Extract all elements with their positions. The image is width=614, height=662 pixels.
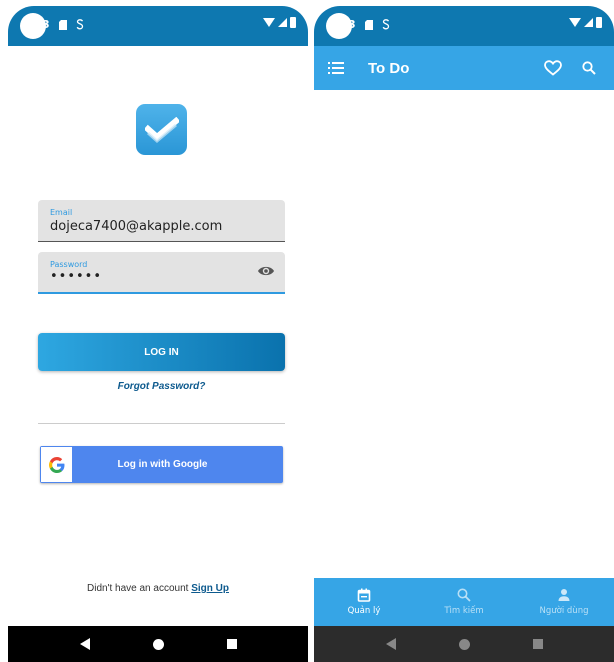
- todo-list-area: [314, 90, 614, 578]
- google-login-label: Log in with Google: [117, 459, 208, 470]
- google-icon: [41, 447, 72, 482]
- email-label: Email: [50, 208, 73, 217]
- signup-row: Didn't have an account Sign Up: [8, 583, 308, 594]
- calendar-icon: [357, 588, 371, 602]
- status-bar: 3: [8, 6, 308, 46]
- person-icon: [558, 589, 570, 601]
- divider: [38, 423, 285, 424]
- email-value[interactable]: dojeca7400@akapple.com: [50, 219, 273, 234]
- menu-list-icon[interactable]: [328, 61, 344, 75]
- login-screen: 3 Email dojeca7400@akapple.com Password …: [8, 6, 308, 662]
- todo-screen: 3 To Do Quản lý Tìm kiếm Người dùng: [314, 6, 614, 662]
- forgot-password-link[interactable]: Forgot Password?: [38, 381, 285, 392]
- battery-icon: [290, 17, 296, 28]
- password-label: Password: [50, 260, 88, 269]
- recents-icon[interactable]: [226, 639, 237, 649]
- signup-link[interactable]: Sign Up: [191, 583, 229, 594]
- sd-card-icon: [58, 19, 67, 30]
- back-icon[interactable]: [385, 638, 396, 650]
- google-login-button[interactable]: Log in with Google: [40, 446, 283, 483]
- bottom-nav-user[interactable]: Người dùng: [514, 578, 614, 626]
- screenshot: 3 Email dojeca7400@akapple.com Password …: [0, 0, 614, 662]
- checkmark-icon: [144, 116, 179, 143]
- search-icon[interactable]: [582, 61, 596, 75]
- signal-icon: [278, 18, 287, 27]
- bottom-nav-search-label: Tìm kiếm: [444, 606, 484, 616]
- s-icon: [382, 19, 389, 30]
- wifi-icon: [263, 18, 275, 27]
- google-g-icon: [48, 456, 64, 473]
- bottom-nav-manage-label: Quản lý: [347, 606, 381, 616]
- system-nav-bar: [314, 626, 614, 662]
- search-icon: [457, 588, 471, 602]
- email-field[interactable]: Email dojeca7400@akapple.com: [38, 200, 285, 242]
- battery-icon: [596, 17, 602, 28]
- system-nav-bar: [8, 626, 308, 662]
- signup-prompt: Didn't have an account: [87, 583, 189, 594]
- back-icon[interactable]: [79, 638, 90, 650]
- sd-card-icon: [364, 19, 373, 30]
- page-title: To Do: [368, 59, 410, 77]
- home-icon[interactable]: [152, 638, 164, 650]
- bottom-nav-manage[interactable]: Quản lý: [314, 578, 414, 626]
- wifi-icon: [569, 18, 581, 27]
- status-time: 3: [42, 18, 50, 31]
- password-value[interactable]: ••••••: [50, 269, 273, 284]
- app-logo: [136, 104, 187, 155]
- heart-icon[interactable]: [544, 60, 562, 76]
- status-time: 3: [348, 18, 356, 31]
- password-field[interactable]: Password ••••••: [38, 252, 285, 294]
- status-bar: 3: [314, 6, 614, 46]
- signal-icon: [584, 18, 593, 27]
- home-icon[interactable]: [458, 638, 470, 650]
- bottom-nav-user-label: Người dùng: [539, 606, 589, 616]
- recents-icon[interactable]: [532, 639, 543, 649]
- bottom-nav-search[interactable]: Tìm kiếm: [414, 578, 514, 626]
- app-bar: To Do: [314, 46, 614, 90]
- eye-icon[interactable]: [257, 265, 275, 277]
- s-icon: [76, 19, 83, 30]
- login-button[interactable]: LOG IN: [38, 333, 285, 371]
- bottom-nav: Quản lý Tìm kiếm Người dùng: [314, 578, 614, 626]
